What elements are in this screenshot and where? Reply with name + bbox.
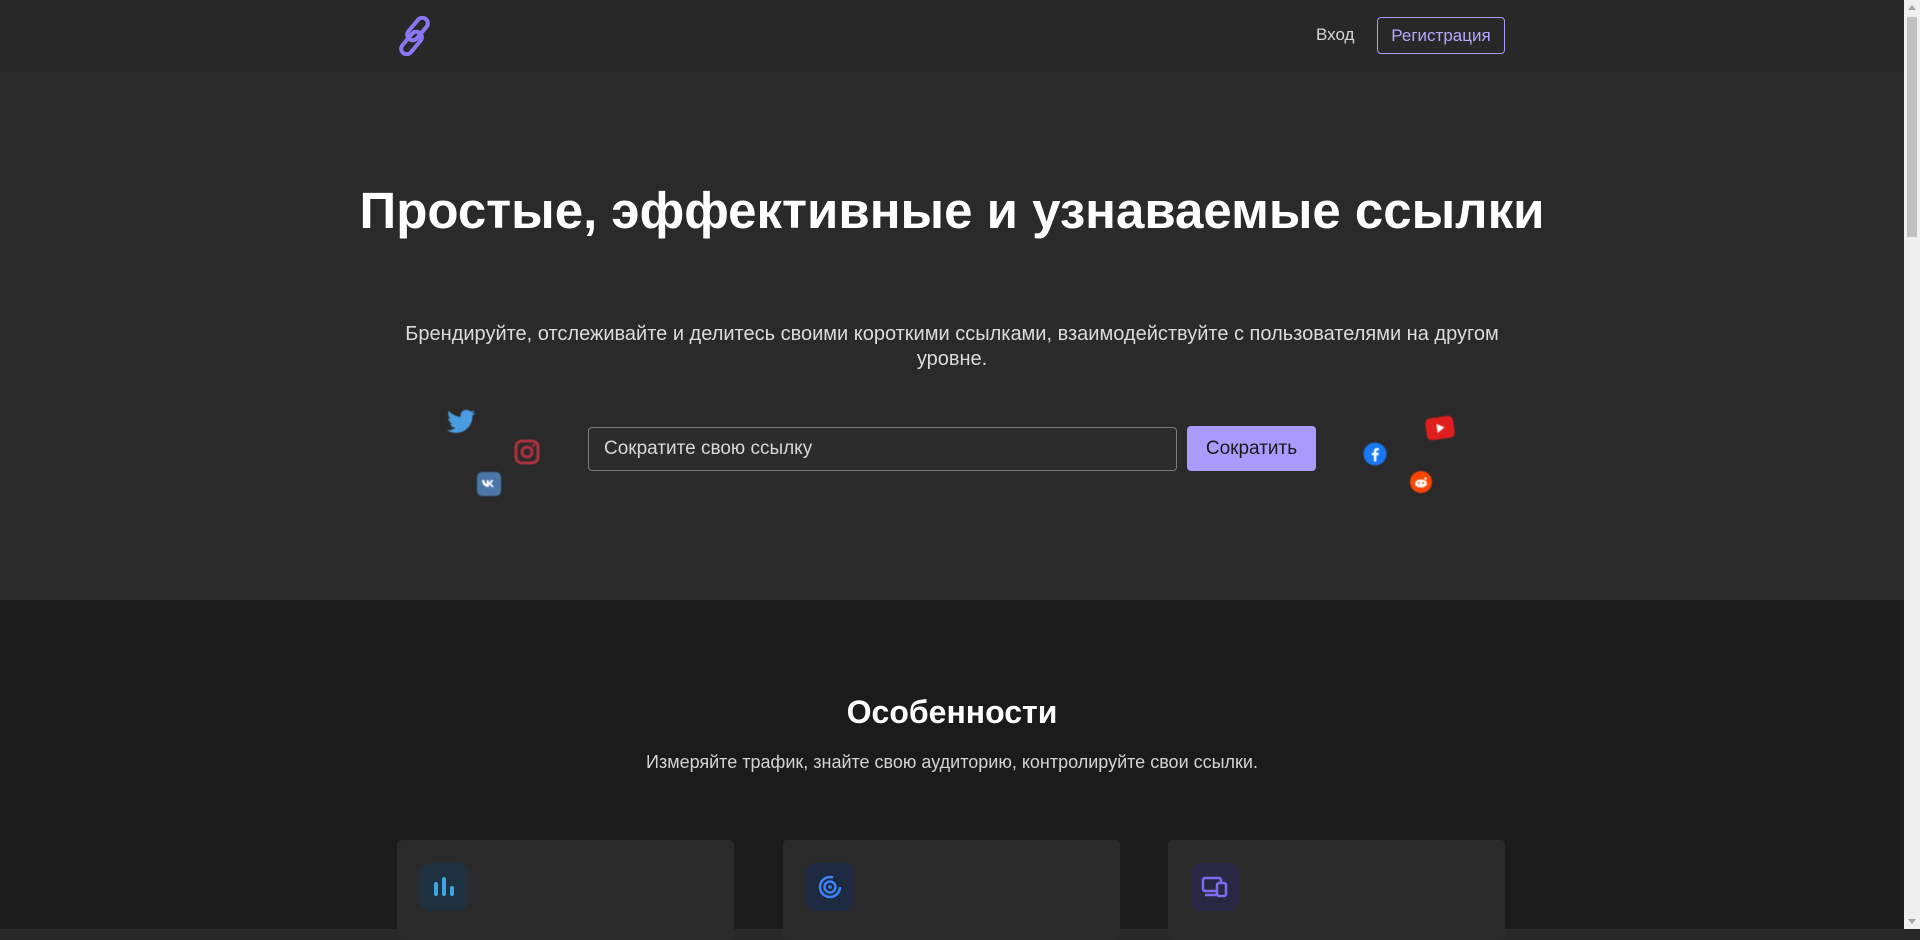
scrollbar-thumb[interactable]: [1907, 17, 1917, 237]
bar-chart-icon: [420, 863, 468, 911]
hero-section: Простые, эффективные и узнаваемые ссылки…: [0, 72, 1904, 600]
radar-icon: [806, 863, 854, 911]
page-scrollbar[interactable]: [1904, 0, 1920, 929]
feature-card: [783, 840, 1120, 940]
feature-card: [397, 840, 734, 940]
register-button[interactable]: Регистрация: [1377, 17, 1505, 54]
header: Вход Регистрация: [0, 0, 1904, 72]
youtube-icon: [1425, 415, 1456, 441]
reddit-icon: [1410, 471, 1432, 493]
hero-title: Простые, эффективные и узнаваемые ссылки: [359, 182, 1545, 239]
instagram-icon: [514, 439, 540, 465]
hero-subtitle: Брендируйте, отслеживайте и делитесь сво…: [405, 323, 1499, 370]
vk-icon: [477, 472, 501, 496]
page: Вход Регистрация Простые, эффективные и …: [0, 0, 1904, 940]
twitter-icon: [446, 409, 476, 435]
features-title: Особенности: [846, 694, 1058, 730]
shorten-button[interactable]: Сократить: [1187, 426, 1316, 471]
features-section: Особенности Измеряйте трафик, знайте сво…: [0, 600, 1904, 940]
scroll-up-icon[interactable]: [1908, 5, 1916, 10]
devices-icon: [1191, 863, 1239, 911]
facebook-icon: [1363, 442, 1387, 466]
scroll-down-icon[interactable]: [1908, 919, 1916, 924]
features-subtitle: Измеряйте трафик, знайте свою аудиторию,…: [646, 752, 1258, 772]
url-input[interactable]: [588, 427, 1177, 471]
link-icon[interactable]: [396, 16, 436, 56]
feature-card: [1168, 840, 1505, 940]
login-link[interactable]: Вход: [1316, 25, 1354, 45]
